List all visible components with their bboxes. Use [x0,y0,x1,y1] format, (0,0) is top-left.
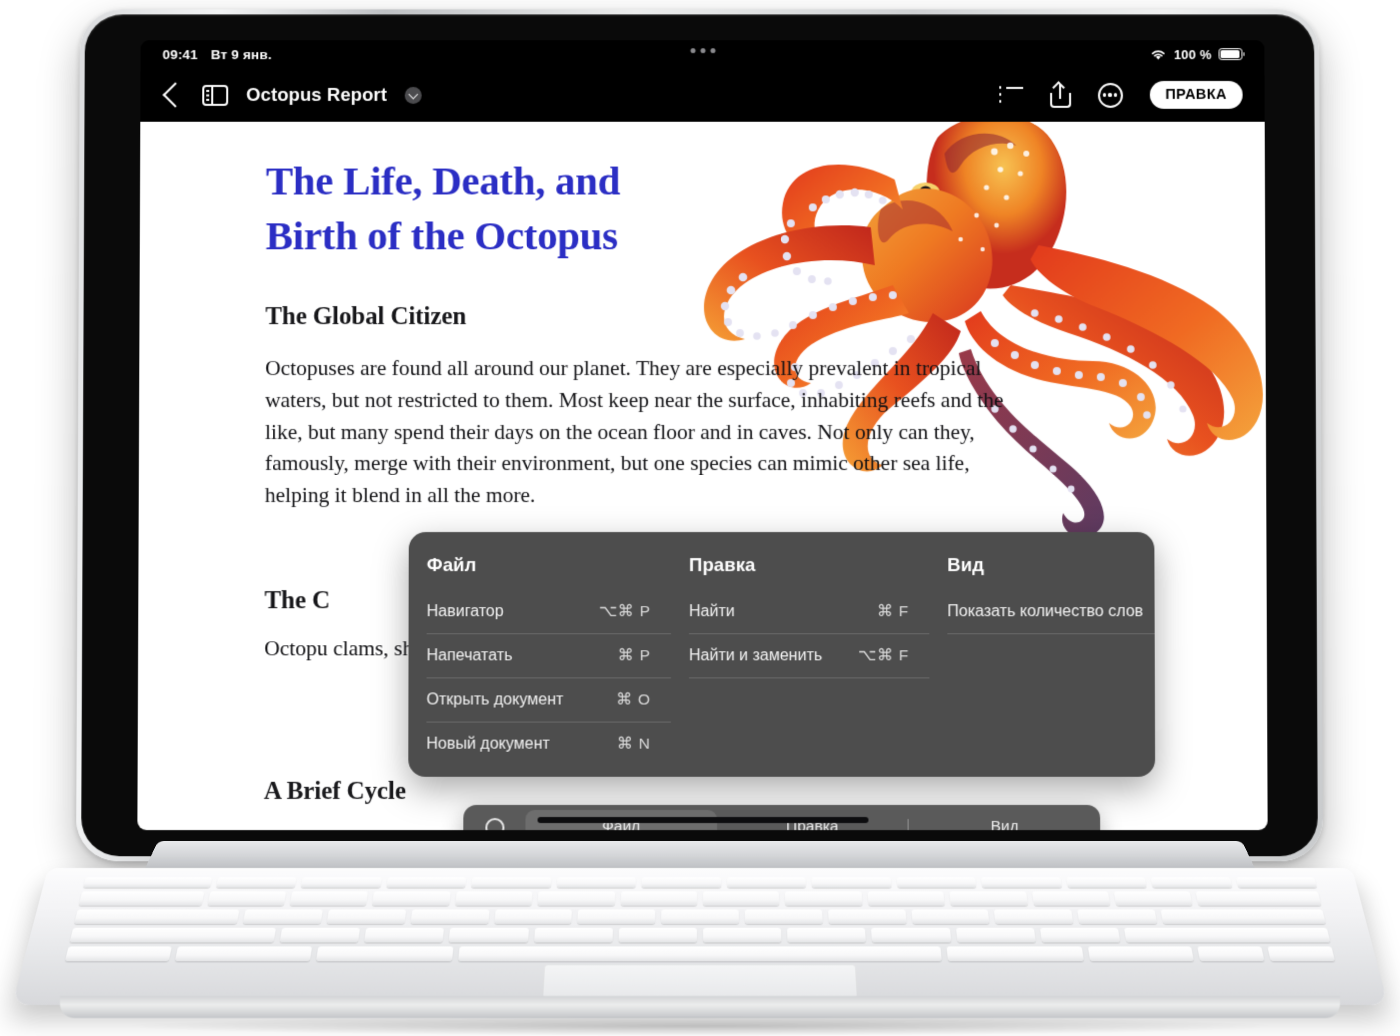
shortcut-keys: ⌘ O [615,691,651,709]
keyboard-base [60,996,1340,1018]
shortcut-label: Открыть документ [426,690,564,709]
keyboard-shadow [120,1016,1280,1036]
ios-status-bar: 09:41 Вт 9 янв. 100 % [140,40,1265,69]
shortcut-item[interactable]: Навигатор ⌥⌘ P [426,590,671,635]
shortcut-column-title: Вид [947,554,985,576]
back-chevron-icon[interactable] [162,82,189,108]
document-heading-1: The Global Citizen [265,303,467,331]
app-toolbar: Octopus Report ПРАВКА [140,68,1265,122]
shortcut-item[interactable]: Новый документ ⌘ N [426,723,671,766]
multitask-dots-icon[interactable] [690,48,715,54]
keyboard-row-space[interactable] [64,946,1336,962]
keyboard-row-shift[interactable] [69,927,1331,943]
ipad-screen: 09:41 Вт 9 янв. 100 % Octopus Report ПРА… [137,40,1268,831]
shortcut-keys: ⌥⌘ F [858,647,910,665]
shortcut-keys: ⌥⌘ P [598,603,651,621]
more-ellipsis-icon[interactable] [1097,82,1123,108]
document-canvas[interactable]: The Life, Death, and Birth of the Octopu… [137,121,1268,831]
shortcut-column-title: Правка [688,554,756,576]
shortcut-label: Навигатор [426,602,504,620]
trackpad[interactable] [542,964,858,999]
home-indicator[interactable] [537,817,868,824]
shortcut-item[interactable]: Открыть документ ⌘ O [426,678,671,723]
shortcut-column-file: Файл Навигатор ⌥⌘ P Напечатать ⌘ P Откры… [408,554,671,777]
shortcut-item[interactable]: Напечатать ⌘ P [426,634,671,679]
chevron-down-circle-icon[interactable] [404,86,422,104]
shortcut-item[interactable]: Найти и заменить ⌥⌘ F [688,634,930,679]
document-heading-3: A Brief Cycle [263,777,406,805]
document-title-label[interactable]: Octopus Report [246,84,387,106]
keyboard-shortcut-panel[interactable]: Файл Навигатор ⌥⌘ P Напечатать ⌘ P Откры… [408,532,1156,777]
shortcut-item[interactable]: Найти ⌘ F [688,590,930,635]
shortcut-label: Напечатать [426,646,513,664]
shortcut-label: Новый документ [426,735,550,753]
document-paragraph-1: Octopuses are found all around our plane… [264,356,1004,508]
keyboard-deck[interactable] [11,868,1389,1005]
battery-percent-label: 100 % [1173,46,1212,62]
list-view-icon[interactable] [998,86,1023,103]
shortcut-keys: ⌘ N [616,735,651,753]
status-date: Вт 9 янв. [210,46,272,62]
status-time: 09:41 [162,46,198,62]
shortcut-column-edit: Правка Найти ⌘ F Найти и заменить ⌥⌘ F [671,554,930,777]
shortcut-keys: ⌘ P [617,647,651,665]
shortcut-keys: ⌘ F [876,603,910,621]
battery-icon [1218,48,1243,61]
document-heading-title: The Life, Death, and Birth of the Octopu… [265,157,621,258]
device-stage: 09:41 Вт 9 янв. 100 % Octopus Report ПРА… [0,0,1400,1036]
shortcut-label: Найти и заменить [688,646,823,664]
keyboard-row-home[interactable] [74,909,1326,924]
keyboard-keys[interactable] [64,877,1336,962]
keyboard-row-function[interactable] [83,877,1317,888]
ipad-device: 09:41 Вт 9 янв. 100 % Octopus Report ПРА… [76,9,1323,862]
magic-keyboard [0,828,1400,1036]
wifi-icon [1150,48,1167,60]
document-heading-2: The C [264,587,331,615]
keyboard-row-numbers[interactable] [78,891,1322,906]
share-icon[interactable] [1049,82,1071,108]
sidebar-toggle-icon[interactable] [202,84,229,106]
shortcut-label: Найти [688,602,735,620]
shortcut-column-title: Файл [426,554,477,576]
edit-button[interactable]: ПРАВКА [1149,80,1243,109]
shortcut-label: Показать количество слов [947,602,1144,620]
shortcut-column-view: Вид Показать количество слов [929,554,1155,777]
shortcut-item[interactable]: Показать количество слов [947,590,1155,635]
